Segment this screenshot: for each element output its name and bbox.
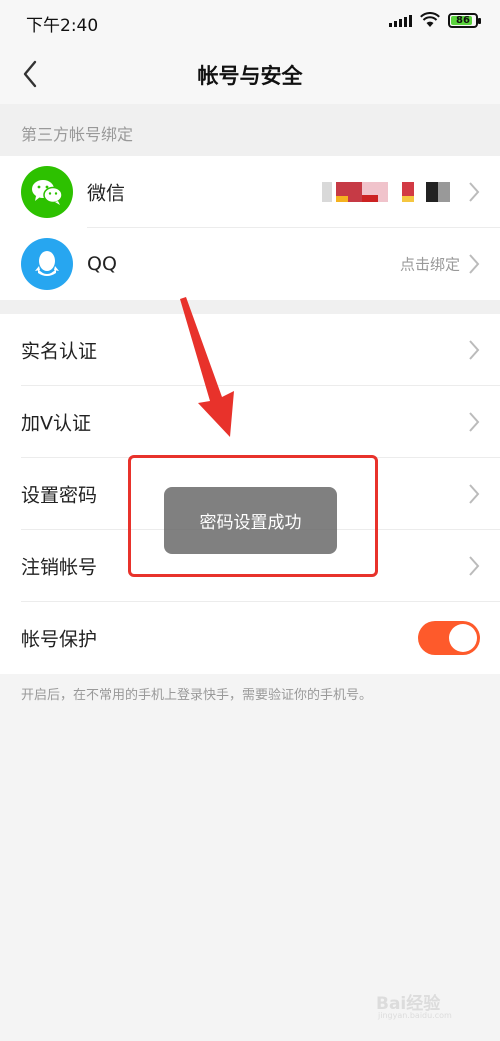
nav-bar: 帐号与安全	[0, 44, 500, 104]
set-password-label: 设置密码	[21, 484, 98, 507]
wechat-label: 微信	[87, 182, 126, 205]
chevron-right-icon	[469, 182, 480, 202]
toggle-knob	[449, 624, 477, 652]
battery-icon: 86	[448, 12, 481, 28]
qq-label: QQ	[87, 253, 117, 275]
status-bar: 下午2:40 86	[0, 0, 500, 44]
annotation-arrow-icon	[180, 297, 234, 437]
section-title: 第三方帐号绑定	[21, 125, 134, 144]
chevron-right-icon	[469, 484, 480, 504]
protection-footnote: 开启后，在不常用的手机上登录快手，需要验证你的手机号。	[21, 688, 373, 703]
chevron-right-icon	[469, 412, 480, 432]
annotation-highlight-box	[128, 455, 378, 577]
account-protection-row: 帐号保护	[0, 602, 500, 674]
qq-icon	[21, 238, 73, 290]
chevron-right-icon	[469, 556, 480, 576]
baidu-jingyan-watermark: Bai经验 jingyan.baidu.com	[376, 983, 476, 1023]
signal-icon	[389, 13, 412, 27]
chevron-right-icon	[469, 254, 480, 274]
status-time: 下午2:40	[26, 16, 99, 36]
account-protection-label: 帐号保护	[21, 628, 98, 651]
battery-level: 86	[456, 14, 470, 26]
real-name-verification-row[interactable]: 实名认证	[0, 314, 500, 386]
v-verification-label: 加V认证	[21, 412, 91, 435]
section-header-third-party: 第三方帐号绑定	[0, 104, 500, 156]
wechat-account-row[interactable]: 微信	[0, 156, 500, 228]
qq-bind-status: 点击绑定	[399, 255, 460, 274]
qq-account-row[interactable]: QQ 点击绑定	[0, 228, 500, 300]
account-protection-toggle[interactable]	[418, 621, 480, 655]
status-icons: 86	[389, 12, 481, 28]
section-gap	[0, 300, 500, 314]
chevron-right-icon	[469, 340, 480, 360]
wifi-icon	[420, 12, 440, 27]
wechat-icon	[21, 166, 73, 218]
masked-account-name	[322, 182, 458, 202]
real-name-verification-label: 实名认证	[21, 340, 98, 363]
v-verification-row[interactable]: 加V认证	[0, 386, 500, 458]
page-title: 帐号与安全	[197, 64, 303, 88]
cancel-account-label: 注销帐号	[21, 556, 98, 579]
watermark-subtext: jingyan.baidu.com	[378, 1011, 452, 1020]
